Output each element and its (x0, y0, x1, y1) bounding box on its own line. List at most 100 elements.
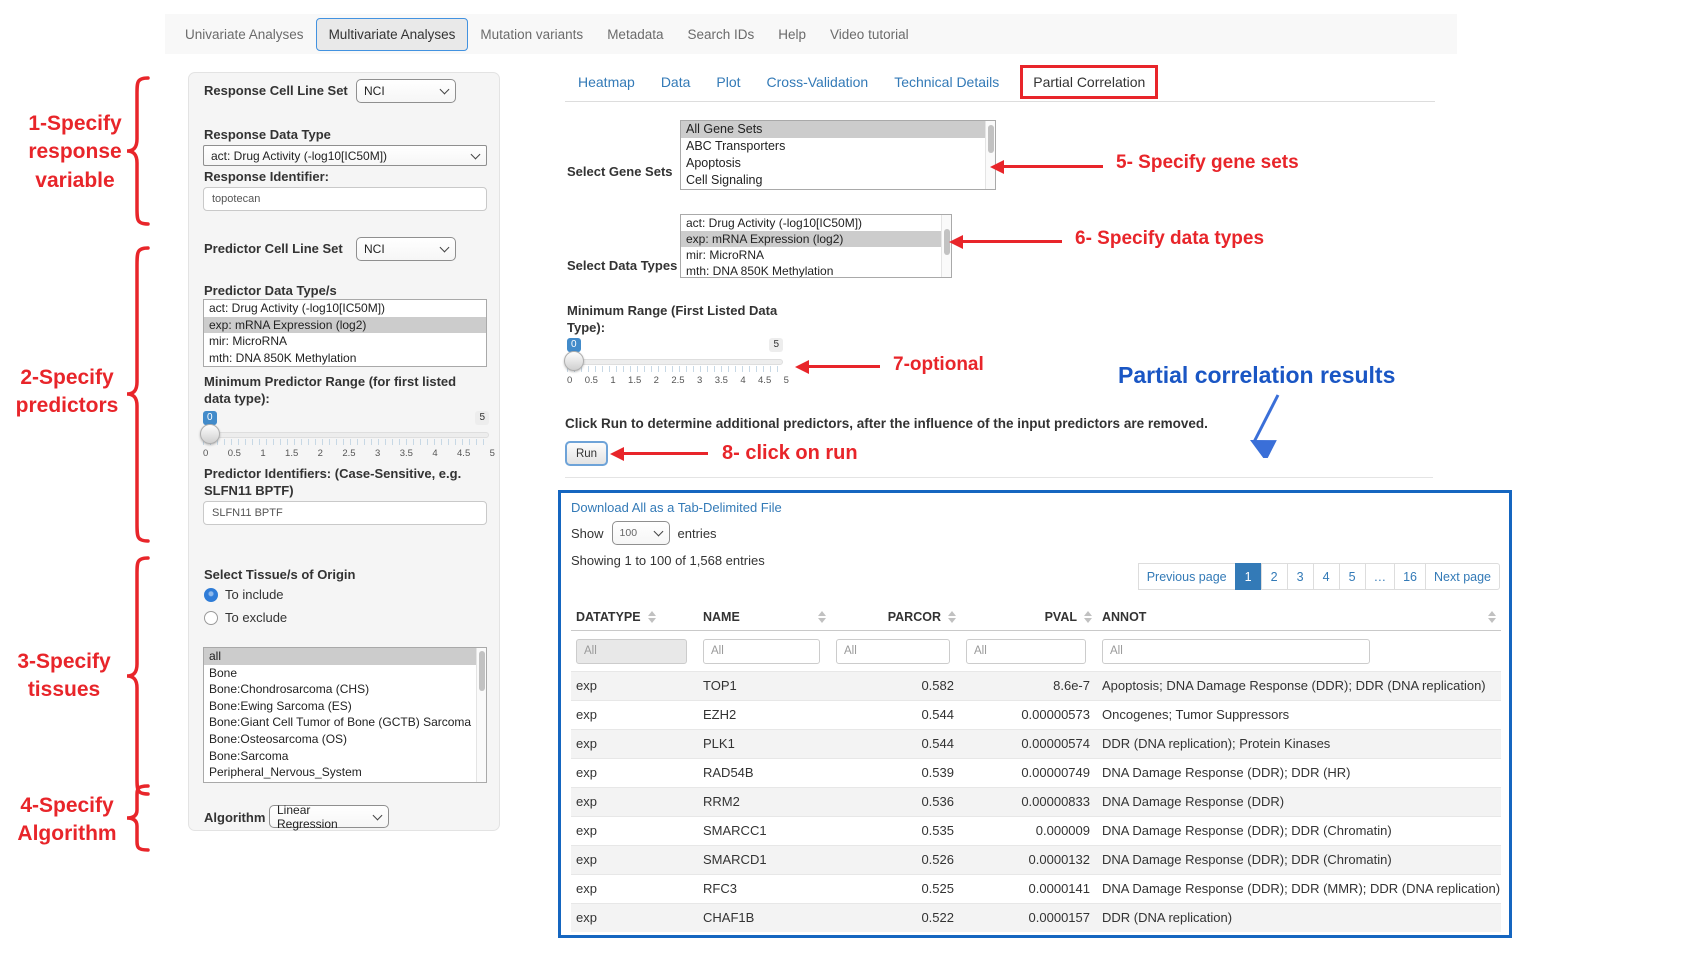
analysis-tab[interactable]: Plot (703, 65, 753, 99)
cell-parcor: 0.544 (831, 730, 961, 758)
nav-tab[interactable]: Multivariate Analyses (316, 18, 469, 51)
column-header-parcor[interactable]: PARCOR (831, 610, 961, 624)
tick-label: 2 (318, 448, 323, 459)
column-header-datatype[interactable]: DATATYPE (571, 610, 698, 624)
listbox-option[interactable]: Bone:Sarcoma (204, 748, 486, 765)
listbox-option[interactable]: mir: MicroRNA (204, 333, 486, 350)
scrollbar[interactable] (985, 121, 995, 189)
response-data-type-select[interactable]: act: Drug Activity (-log10[IC50M]) (203, 145, 487, 166)
listbox-option[interactable]: Bone:Chondrosarcoma (CHS) (204, 681, 486, 698)
slider-track[interactable] (203, 432, 489, 438)
tick-label: 1 (610, 375, 615, 386)
cell-name: TOP1 (698, 672, 831, 700)
page-button[interactable]: 2 (1261, 563, 1288, 590)
column-header-annot[interactable]: ANNOT (1097, 610, 1501, 624)
scrollbar-thumb[interactable] (988, 125, 994, 153)
filter-annot-input[interactable] (1102, 639, 1370, 664)
analysis-tab[interactable]: Partial Correlation (1020, 65, 1158, 99)
listbox-option[interactable]: mth: DNA 850K Methylation (204, 350, 486, 367)
listbox-option[interactable]: mir: MicroRNA (681, 247, 951, 263)
partial-correlation-results: Download All as a Tab-Delimited File Sho… (558, 490, 1512, 938)
analysis-tab[interactable]: Heatmap (565, 65, 648, 99)
listbox-option[interactable]: ABC Transporters (681, 138, 995, 155)
tick-label: 4.5 (457, 448, 470, 459)
filter-datatype-input[interactable] (576, 639, 687, 664)
listbox-option[interactable]: All Gene Sets (681, 121, 995, 138)
listbox-option[interactable]: act: Drug Activity (-log10[IC50M]) (204, 300, 486, 317)
annotation-arrow-data-types-icon (962, 240, 1062, 243)
nav-tab[interactable]: Mutation variants (468, 19, 595, 50)
page-button[interactable]: 1 (1235, 563, 1262, 590)
table-row: exp RFC3 0.525 0.0000141 DNA Damage Resp… (571, 874, 1501, 903)
nav-tab[interactable]: Search IDs (675, 19, 766, 50)
page-button[interactable]: Previous page (1138, 563, 1236, 590)
slider-tick-labels: 00.511.522.533.544.55 (203, 448, 495, 459)
table-body: exp TOP1 0.582 8.6e-7 Apoptosis; DNA Dam… (571, 671, 1501, 932)
filter-pval-input[interactable] (966, 639, 1086, 664)
nav-tab[interactable]: Help (766, 19, 818, 50)
column-header-pval[interactable]: PVAL (961, 610, 1097, 624)
nav-tab[interactable]: Univariate Analyses (173, 19, 316, 50)
analysis-tab[interactable]: Cross-Validation (754, 65, 882, 99)
listbox-option[interactable]: Peripheral_Nervous_System (204, 764, 486, 781)
cell-pval: 0.00000833 (961, 788, 1097, 816)
cell-datatype: exp (571, 904, 698, 932)
nav-tab[interactable]: Metadata (595, 19, 675, 50)
listbox-option[interactable]: act: Drug Activity (-log10[IC50M]) (681, 215, 951, 231)
page-button[interactable]: 5 (1339, 563, 1366, 590)
nav-tab[interactable]: Video tutorial (818, 19, 921, 50)
listbox-option[interactable]: mth: DNA 850K Methylation (681, 263, 951, 278)
predictor-cell-line-select[interactable]: NCI (356, 237, 456, 261)
filter-name-input[interactable] (703, 639, 820, 664)
listbox-option[interactable]: Bone:Osteosarcoma (OS) (204, 731, 486, 748)
predictor-data-types-label: Predictor Data Type/s (204, 283, 337, 298)
scrollbar-thumb[interactable] (479, 651, 485, 691)
tick-label: 4 (432, 448, 437, 459)
filter-parcor-input[interactable] (836, 639, 950, 664)
show-entries-select[interactable]: 100 (612, 521, 670, 545)
table-row: exp RAD54B 0.539 0.00000749 DNA Damage R… (571, 758, 1501, 787)
response-cell-line-select[interactable]: NCI (356, 79, 456, 103)
cell-annot: DNA Damage Response (DDR); DDR (Chromati… (1097, 817, 1501, 845)
cell-datatype: exp (571, 846, 698, 874)
chevron-down-icon (653, 527, 663, 537)
slider-track[interactable] (567, 359, 783, 365)
page-button[interactable]: Next page (1425, 563, 1500, 590)
page-button[interactable]: … (1365, 563, 1396, 590)
listbox-option[interactable]: Bone:Giant Cell Tumor of Bone (GCTB) Sar… (204, 714, 486, 731)
page-button[interactable]: 4 (1313, 563, 1340, 590)
listbox-option[interactable]: Bone:Ewing Sarcoma (ES) (204, 698, 486, 715)
download-link[interactable]: Download All as a Tab-Delimited File (571, 500, 782, 515)
listbox-option[interactable]: exp: mRNA Expression (log2) (681, 231, 951, 247)
annotation-step7: 7-optional (893, 352, 1023, 378)
listbox-option[interactable]: Cell Signaling (681, 172, 995, 189)
page-button[interactable]: 3 (1287, 563, 1314, 590)
predictor-identifiers-input[interactable]: SLFN11 BPTF (203, 501, 487, 525)
listbox-option[interactable]: Apoptosis (681, 155, 995, 172)
min-range-slider[interactable]: 0 5 00.511.522.533.544.55 (567, 338, 783, 386)
predictor-cell-line-label: Predictor Cell Line Set (204, 241, 343, 256)
column-header-name[interactable]: NAME (698, 610, 831, 624)
tick-label: 5 (784, 375, 789, 386)
scrollbar[interactable] (476, 648, 486, 782)
listbox-option[interactable]: exp: mRNA Expression (log2) (204, 317, 486, 334)
cell-parcor: 0.525 (831, 875, 961, 903)
top-navigation: Univariate AnalysesMultivariate Analyses… (165, 14, 1457, 54)
page-button[interactable]: 16 (1394, 563, 1426, 590)
algorithm-label: Algorithm (204, 810, 265, 825)
cell-name: PLK1 (698, 730, 831, 758)
analysis-tab[interactable]: Technical Details (881, 65, 1012, 99)
slider-handle[interactable] (200, 424, 220, 444)
listbox-option[interactable]: Bone (204, 665, 486, 682)
cell-parcor: 0.535 (831, 817, 961, 845)
slider-handle[interactable] (564, 351, 584, 371)
tissue-exclude-radio[interactable]: To exclude (204, 610, 287, 625)
radio-unselected-icon (204, 611, 218, 625)
analysis-tab[interactable]: Data (648, 65, 704, 99)
tissue-include-radio[interactable]: To include (204, 587, 284, 602)
run-button[interactable]: Run (565, 441, 608, 466)
response-identifier-input[interactable]: topotecan (203, 187, 487, 211)
min-predictor-range-slider[interactable]: 0 5 00.511.522.533.544.55 (203, 411, 489, 459)
listbox-option[interactable]: all (204, 648, 486, 665)
algorithm-select[interactable]: Linear Regression (269, 805, 389, 828)
